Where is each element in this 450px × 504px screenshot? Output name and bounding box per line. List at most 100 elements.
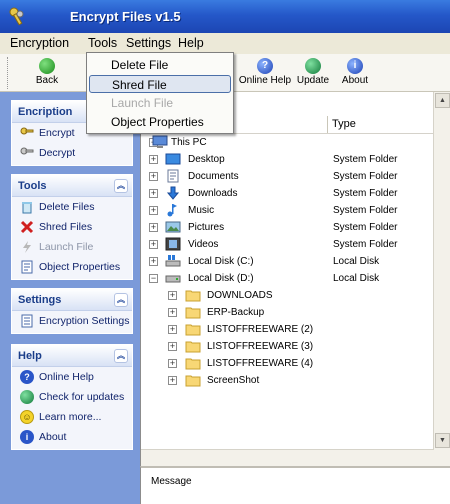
title-bar: Encrypt Files v1.5 [0, 0, 450, 33]
sidebar-item-encryption-settings[interactable]: Encryption Settings [12, 311, 132, 331]
videos-icon [165, 237, 181, 251]
about-button[interactable]: i About [330, 56, 380, 90]
back-arrow-icon [39, 58, 55, 74]
vertical-scrollbar[interactable]: ▲ ▼ [433, 92, 450, 466]
help-group-header[interactable]: Help ︽ [12, 345, 132, 367]
tree-row-local-disk-d[interactable]: − Local Disk (D:) Local Disk [141, 270, 431, 287]
tree-row-downloads[interactable]: + Downloads System Folder [141, 185, 431, 202]
folder-icon [185, 324, 201, 336]
properties-icon [21, 260, 33, 274]
help-question-icon: ? [20, 370, 34, 384]
settings-group: Settings ︽ Encryption Settings [11, 288, 133, 334]
message-column-header: Message [151, 476, 192, 487]
folder-icon [185, 341, 201, 353]
window-title: Encrypt Files v1.5 [70, 9, 181, 24]
menu-item-launch-file: Launch File [111, 96, 174, 110]
left-task-pane: Encription Encrypt Decrypt Tools ︽ Delete… [0, 92, 140, 504]
tools-dropdown-menu: Delete File Shred File Launch File Objec… [86, 52, 234, 134]
folder-icon [185, 375, 201, 387]
sidebar-item-delete-files[interactable]: Delete Files [12, 197, 132, 217]
collapse-chevron-icon[interactable]: ︽ [114, 349, 128, 363]
tree-row-folder[interactable]: + DOWNLOADS [141, 287, 431, 304]
menu-settings[interactable]: Settings [126, 36, 171, 50]
music-icon [167, 204, 177, 217]
sidebar-item-about[interactable]: i About [12, 427, 132, 447]
about-info-icon: i [20, 430, 34, 444]
drive-icon [165, 275, 181, 283]
tree-row-pictures[interactable]: + Pictures System Folder [141, 219, 431, 236]
tree-root-row[interactable]: − This PC [141, 134, 431, 151]
tree-row-videos[interactable]: + Videos System Folder [141, 236, 431, 253]
settings-list-icon [21, 314, 33, 328]
expand-toggle[interactable]: + [149, 257, 158, 266]
expand-toggle[interactable]: + [149, 189, 158, 198]
online-help-button[interactable]: ? Online Help [234, 56, 296, 90]
tools-group: Tools ︽ Delete Files Shred Files Launch F… [11, 174, 133, 280]
folder-icon [185, 290, 201, 302]
tree-row-folder[interactable]: + LISTOFFREEWARE (3) [141, 338, 431, 355]
file-tree-panel: Type − This PC + Desktop System Folder +… [140, 92, 450, 466]
expand-toggle[interactable]: + [168, 376, 177, 385]
pictures-icon [165, 221, 181, 233]
collapse-chevron-icon[interactable]: ︽ [114, 293, 128, 307]
sidebar-item-decrypt[interactable]: Decrypt [12, 143, 132, 163]
sidebar-item-shred-files[interactable]: Shred Files [12, 217, 132, 237]
computer-icon [152, 135, 168, 148]
key-icon [20, 127, 34, 135]
horizontal-scrollbar[interactable] [141, 449, 434, 466]
recycle-delete-icon [22, 202, 32, 214]
column-header-type[interactable]: Type [327, 116, 447, 133]
update-globe-icon [20, 390, 34, 404]
collapse-chevron-icon[interactable]: ︽ [114, 179, 128, 193]
expand-toggle[interactable]: + [149, 155, 158, 164]
expand-toggle[interactable]: + [168, 325, 177, 334]
about-info-icon: i [347, 58, 363, 74]
red-x-icon [20, 220, 34, 234]
folder-icon [185, 358, 201, 370]
message-panel: Message [140, 466, 450, 504]
expand-toggle[interactable]: + [168, 291, 177, 300]
windows-drive-icon [165, 255, 181, 267]
desktop-icon [165, 153, 181, 165]
tree-row-desktop[interactable]: + Desktop System Folder [141, 151, 431, 168]
sidebar-item-launch-file: Launch File [12, 237, 132, 257]
expand-toggle[interactable]: + [149, 240, 158, 249]
expand-toggle[interactable]: + [168, 342, 177, 351]
menu-encryption[interactable]: Encryption [10, 36, 69, 50]
folder-icon [185, 307, 201, 319]
expand-toggle[interactable]: + [149, 206, 158, 215]
menu-item-object-properties[interactable]: Object Properties [89, 113, 231, 131]
expand-toggle[interactable]: + [149, 172, 158, 181]
help-question-icon: ? [257, 58, 273, 74]
tree-row-documents[interactable]: + Documents System Folder [141, 168, 431, 185]
keys-app-icon [9, 7, 24, 26]
expand-toggle[interactable]: + [168, 359, 177, 368]
collapse-toggle[interactable]: − [149, 274, 158, 283]
tree-row-folder[interactable]: + ScreenShot [141, 372, 431, 389]
menu-tools[interactable]: Tools [88, 36, 117, 50]
menu-bar: Encryption Tools Settings Help [0, 33, 450, 54]
tree-row-folder[interactable]: + LISTOFFREEWARE (2) [141, 321, 431, 338]
settings-group-header[interactable]: Settings ︽ [12, 289, 132, 311]
sidebar-item-object-properties[interactable]: Object Properties [12, 257, 132, 277]
sidebar-item-learn-more[interactable]: ☺ Learn more... [12, 407, 132, 427]
documents-icon [167, 169, 179, 183]
menu-item-shred-file[interactable]: Shred File [89, 75, 231, 93]
sidebar-item-check-updates[interactable]: Check for updates [12, 387, 132, 407]
help-group: Help ︽ ? Online Help Check for updates ☺ … [11, 344, 133, 450]
menu-item-delete-file[interactable]: Delete File [89, 56, 231, 74]
tree-row-local-disk-c[interactable]: + Local Disk (C:) Local Disk [141, 253, 431, 270]
tree-row-folder[interactable]: + ERP-Backup [141, 304, 431, 321]
back-button[interactable]: Back [22, 56, 72, 90]
sidebar-item-online-help[interactable]: ? Online Help [12, 367, 132, 387]
menu-help[interactable]: Help [178, 36, 204, 50]
tree-row-folder[interactable]: + LISTOFFREEWARE (4) [141, 355, 431, 372]
scroll-down-icon[interactable]: ▼ [435, 433, 450, 448]
scroll-up-icon[interactable]: ▲ [435, 93, 450, 108]
smiley-icon: ☺ [20, 410, 34, 424]
tree-row-music[interactable]: + Music System Folder [141, 202, 431, 219]
expand-toggle[interactable]: + [149, 223, 158, 232]
key-gray-icon [20, 147, 34, 155]
expand-toggle[interactable]: + [168, 308, 177, 317]
tools-group-header[interactable]: Tools ︽ [12, 175, 132, 197]
